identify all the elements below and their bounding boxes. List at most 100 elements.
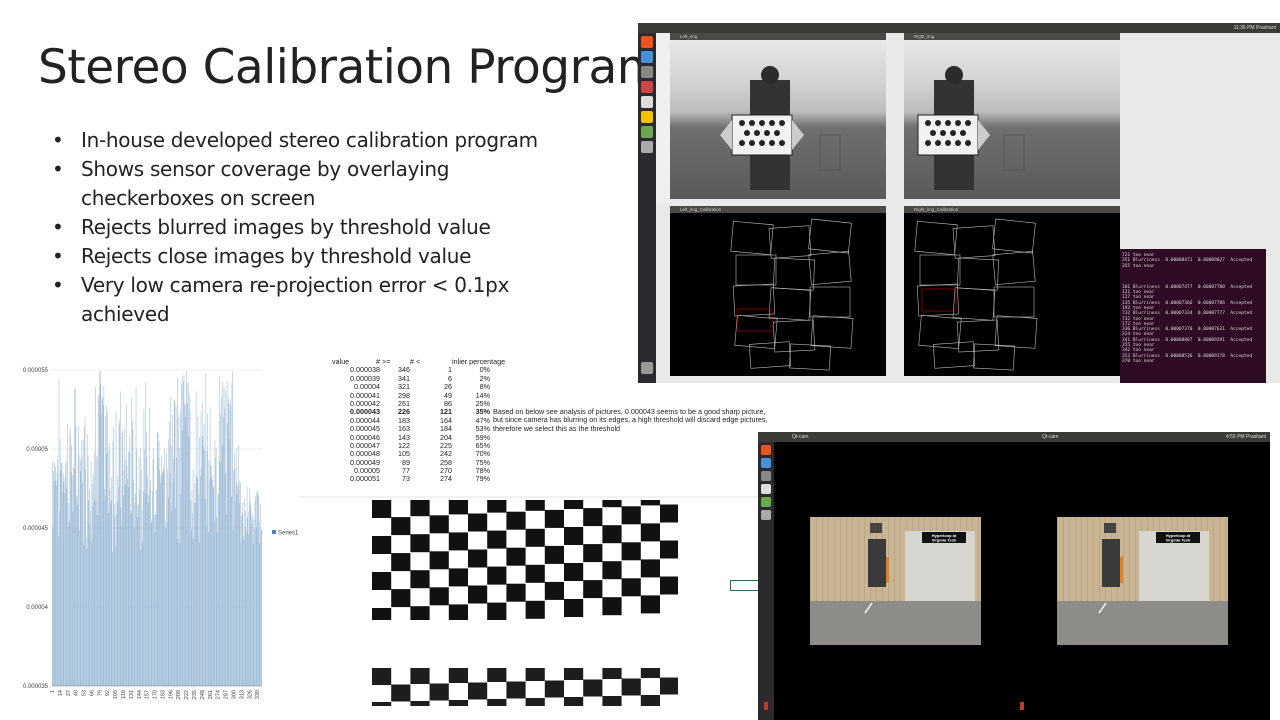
chart-bar — [203, 423, 205, 686]
checkerboard-pattern — [372, 668, 678, 706]
chart-bar — [255, 496, 256, 686]
y-tick-label: 0.000045 — [23, 526, 49, 532]
chart-bar — [166, 452, 167, 686]
launcher-app-icon[interactable] — [761, 471, 771, 481]
chart-bar — [133, 479, 134, 686]
chart-bar — [248, 511, 250, 686]
record-indicator-icon[interactable] — [1020, 702, 1024, 710]
chart-bar — [239, 502, 241, 686]
chart-bar — [72, 511, 74, 686]
chart-bar — [61, 462, 63, 686]
chart-bar — [111, 477, 113, 686]
chart-bar — [89, 490, 90, 686]
chart-bar — [240, 541, 242, 686]
chart-bar — [189, 394, 190, 686]
chart-bar — [218, 493, 219, 686]
chart-bar — [96, 514, 98, 686]
launcher-app-icon[interactable] — [641, 66, 653, 78]
chart-bar — [207, 532, 209, 686]
chart-bar — [251, 523, 252, 686]
chart-bar — [170, 510, 172, 686]
chart-bar — [242, 513, 244, 686]
legend-label: Series1 — [278, 531, 299, 537]
chart-bar — [58, 536, 59, 686]
chart-bar — [73, 467, 74, 686]
chart-bar — [79, 530, 80, 686]
chart-bar — [203, 446, 204, 686]
launcher-app-icon[interactable] — [641, 96, 653, 108]
chart-bar — [137, 504, 139, 686]
chart-bar — [167, 497, 169, 686]
chart-bar — [207, 413, 208, 686]
chart-bar — [78, 425, 79, 686]
chart-bar — [226, 380, 228, 686]
chart-bar — [74, 388, 76, 686]
chart-bar — [226, 514, 227, 686]
chart-bar — [80, 471, 82, 686]
chart-bar — [92, 506, 94, 686]
x-tick-label: 261 — [208, 690, 214, 699]
left-image-window: Left_img — [670, 33, 886, 199]
bullet-item: Rejects close images by threshold value — [52, 242, 572, 271]
chart-bar — [249, 488, 250, 686]
launcher-app-icon[interactable] — [641, 81, 653, 93]
launcher-app-icon[interactable] — [641, 51, 653, 63]
chart-bar — [110, 500, 112, 686]
chart-bar — [183, 381, 184, 686]
launcher-app-icon[interactable] — [761, 484, 771, 494]
chart-bar — [53, 481, 55, 686]
launcher-app-icon[interactable] — [761, 458, 771, 468]
chart-bar — [190, 499, 191, 686]
x-tick-label: 339 — [255, 690, 261, 699]
chart-bar — [184, 405, 186, 686]
person-with-checkerboard — [720, 66, 841, 190]
chart-bar — [192, 469, 194, 686]
chart-bar — [238, 480, 240, 686]
chart-bar — [149, 407, 150, 686]
launcher-app-icon[interactable] — [761, 510, 771, 520]
x-tick-label: 300 — [231, 690, 237, 699]
launcher-app-icon[interactable] — [761, 497, 771, 507]
chart-bar — [217, 532, 218, 686]
chart-bar — [101, 413, 102, 686]
chart-bar — [87, 434, 88, 686]
chart-bar — [194, 483, 196, 686]
chart-bar — [83, 544, 85, 686]
chart-bar — [141, 469, 142, 686]
chart-bar — [211, 465, 213, 686]
record-indicator-icon[interactable] — [764, 702, 768, 710]
launcher-app-icon[interactable] — [641, 36, 653, 48]
chart-bar — [182, 430, 184, 686]
y-tick-label: 0.000035 — [23, 684, 49, 690]
x-tick-label: 183 — [160, 690, 166, 699]
chart-bar — [219, 375, 221, 686]
chart-bar — [134, 528, 136, 686]
chart-bar — [209, 479, 210, 686]
chart-bar — [253, 519, 255, 686]
chart-bar — [225, 390, 227, 686]
chart-bar — [133, 501, 135, 686]
chart-bar — [57, 459, 59, 686]
chart-bar — [124, 459, 126, 686]
chart-bar — [82, 439, 84, 686]
chart-bar — [123, 469, 125, 686]
launcher-app-icon[interactable] — [641, 141, 653, 153]
right-camera-view: Hyperloop at Virginia Tech — [1057, 517, 1228, 645]
launcher-app-icon[interactable] — [641, 126, 653, 138]
chart-bar — [73, 469, 75, 686]
chart-bar — [232, 530, 234, 686]
chart-bar — [155, 515, 157, 686]
launcher-app-icon[interactable] — [761, 445, 771, 455]
chart-bar — [250, 505, 252, 686]
x-tick-label: 209 — [176, 690, 182, 699]
chart-bar — [109, 442, 110, 686]
chart-bar — [198, 542, 200, 686]
chart-bar — [64, 477, 66, 686]
right-image-window: Right_img — [904, 33, 1120, 199]
chart-bar — [176, 458, 177, 686]
chart-bar — [130, 510, 131, 686]
launcher-app-icon[interactable] — [641, 111, 653, 123]
window-title: Right_img — [904, 33, 1120, 40]
chart-bar — [186, 370, 187, 686]
chart-bar — [216, 517, 218, 686]
